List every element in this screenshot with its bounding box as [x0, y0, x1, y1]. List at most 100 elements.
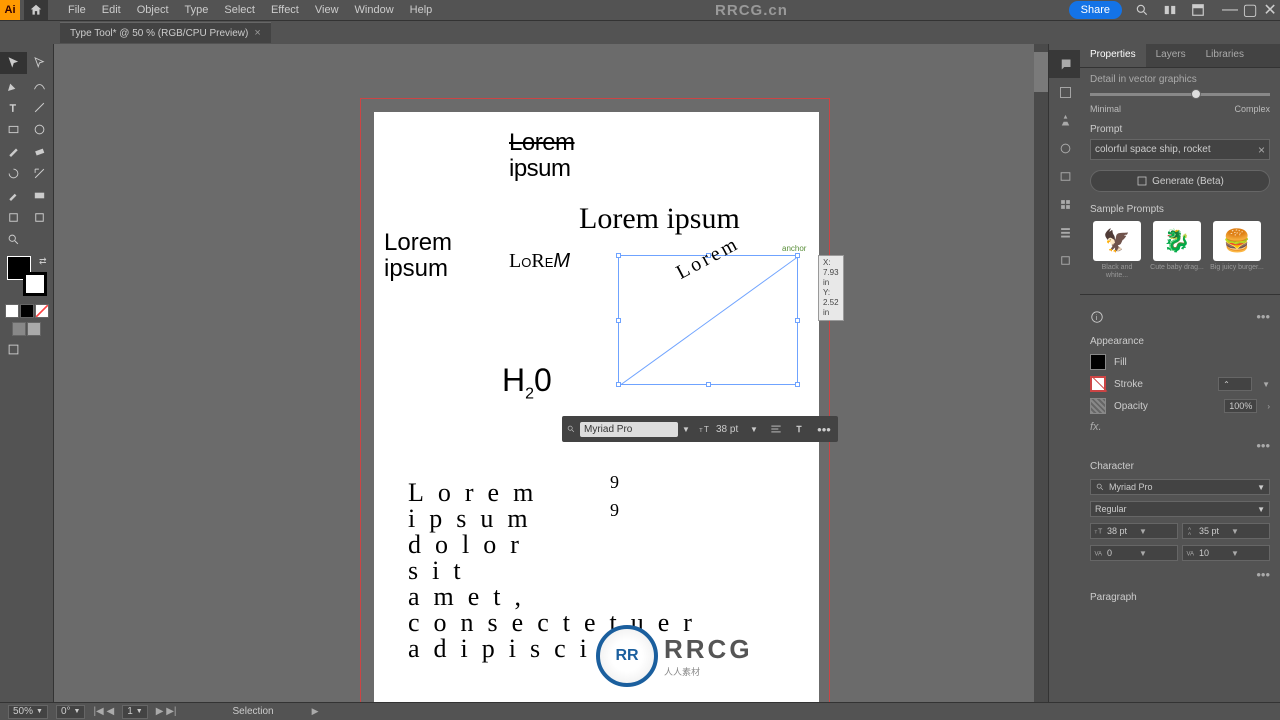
menu-effect[interactable]: Effect — [263, 4, 307, 16]
artboard-nav-input[interactable]: 1▼ — [122, 705, 148, 719]
panel-icon-color[interactable] — [1049, 134, 1081, 162]
char-leading-input[interactable]: AA ▼ — [1182, 523, 1270, 539]
direct-selection-tool[interactable] — [27, 52, 54, 74]
text-t7a[interactable]: 9 — [610, 472, 619, 493]
area-type-button[interactable]: T — [790, 419, 810, 439]
eraser-tool[interactable] — [27, 140, 54, 162]
prompt-input[interactable]: colorful space ship, rocket × — [1090, 139, 1270, 160]
screen-mode-tool[interactable] — [0, 338, 27, 360]
font-family-input[interactable]: Myriad Pro — [580, 422, 678, 437]
zoom-tool[interactable] — [0, 228, 27, 250]
char-size-input[interactable]: TT ▼ — [1090, 523, 1178, 539]
artboard-tool[interactable] — [0, 206, 27, 228]
text-t4[interactable]: LOREM — [509, 250, 570, 273]
detail-slider[interactable] — [1090, 93, 1270, 96]
hand-tool[interactable] — [27, 228, 54, 250]
font-family-dropdown[interactable]: Myriad Pro ▼ — [1090, 479, 1270, 495]
sample-prompt-1[interactable]: 🦅 — [1093, 221, 1141, 261]
menu-object[interactable]: Object — [129, 4, 177, 16]
swap-colors-icon[interactable]: ⇄ — [39, 256, 47, 267]
fill-swatch[interactable] — [1090, 354, 1106, 370]
vertical-scrollbar[interactable] — [1034, 44, 1048, 708]
menu-view[interactable]: View — [307, 4, 347, 16]
workspace-button[interactable] — [1188, 0, 1208, 20]
rectangle-tool[interactable] — [0, 118, 27, 140]
sample-prompt-2[interactable]: 🐉 — [1153, 221, 1201, 261]
tab-layers[interactable]: Layers — [1146, 44, 1196, 67]
font-dropdown-icon[interactable]: ▼ — [682, 425, 694, 434]
stroke-color-swatch[interactable] — [23, 272, 47, 296]
opacity-expand-icon[interactable]: › — [1267, 402, 1270, 411]
menu-edit[interactable]: Edit — [94, 4, 129, 16]
color-picker[interactable]: ⇄ — [7, 256, 47, 296]
spiral-tool[interactable] — [27, 118, 54, 140]
panel-icon-image[interactable] — [1049, 78, 1081, 106]
font-style-dropdown[interactable]: Regular ▼ — [1090, 501, 1270, 517]
stroke-width-input[interactable]: ⌃ — [1218, 377, 1252, 391]
text-t2[interactable]: Lorem ipsum — [579, 202, 740, 236]
fx-button[interactable]: fx. — [1080, 417, 1280, 437]
panel-icon-swatches[interactable] — [1049, 190, 1081, 218]
artboard[interactable]: Lorem ipsum Lorem ipsum Lorem ipsum LORE… — [374, 112, 819, 708]
arrange-button[interactable] — [1160, 0, 1180, 20]
gradient-tool[interactable] — [27, 184, 54, 206]
panel-icon-libraries[interactable] — [1049, 162, 1081, 190]
menu-window[interactable]: Window — [347, 4, 402, 16]
rotate-input[interactable]: 0°▼ — [56, 705, 86, 719]
pen-tool[interactable] — [0, 74, 27, 96]
appearance-more-icon[interactable]: ••• — [1256, 438, 1270, 453]
slice-tool[interactable] — [27, 206, 54, 228]
tab-close-icon[interactable]: × — [254, 27, 260, 39]
opacity-input[interactable]: 100% — [1224, 399, 1257, 413]
maximize-button[interactable]: ▢ — [1240, 0, 1260, 20]
close-button[interactable]: ✕ — [1260, 0, 1280, 20]
drawing-mode-behind[interactable] — [27, 322, 41, 336]
eyedropper-tool[interactable] — [0, 184, 27, 206]
text-t5[interactable]: H20 — [502, 362, 552, 403]
canvas-area[interactable]: Lorem ipsum Lorem ipsum Lorem ipsum LORE… — [54, 44, 1048, 708]
opacity-swatch[interactable] — [1090, 398, 1106, 414]
search-button[interactable] — [1132, 0, 1152, 20]
text-t6[interactable]: Lorem ipsum dolor sit amet, consectetuer… — [408, 480, 608, 662]
generate-button[interactable]: Generate (Beta) — [1090, 170, 1270, 192]
share-button[interactable]: Share — [1069, 1, 1122, 19]
stroke-swatch[interactable] — [1090, 376, 1106, 392]
color-mode-solid[interactable] — [5, 304, 19, 318]
stroke-dropdown-icon[interactable]: ▼ — [1262, 380, 1270, 389]
font-size-dropdown-icon[interactable]: ▼ — [750, 425, 762, 434]
menu-file[interactable]: File — [60, 4, 94, 16]
line-tool[interactable] — [27, 96, 54, 118]
minimize-button[interactable]: — — [1220, 0, 1240, 20]
character-more-icon[interactable]: ••• — [1256, 567, 1270, 582]
type-tool[interactable]: T — [0, 96, 27, 118]
rotate-tool[interactable] — [0, 162, 27, 184]
menu-help[interactable]: Help — [402, 4, 441, 16]
color-mode-gradient[interactable] — [20, 304, 34, 318]
color-mode-none[interactable] — [35, 304, 49, 318]
tab-properties[interactable]: Properties — [1080, 44, 1146, 67]
font-size-input[interactable]: 38 pt — [716, 424, 746, 435]
home-button[interactable] — [24, 0, 48, 20]
panel-icon-comment[interactable] — [1049, 50, 1081, 78]
paragraph-align-button[interactable] — [766, 419, 786, 439]
scale-tool[interactable] — [27, 162, 54, 184]
char-kern-input[interactable]: VA ▼ — [1090, 545, 1178, 561]
menu-select[interactable]: Select — [216, 4, 263, 16]
paintbrush-tool[interactable] — [0, 140, 27, 162]
tab-libraries[interactable]: Libraries — [1196, 44, 1254, 67]
curvature-tool[interactable] — [27, 74, 54, 96]
font-search-icon[interactable] — [566, 424, 576, 434]
selection-bounding-box[interactable] — [618, 255, 798, 385]
document-tab[interactable]: Type Tool* @ 50 % (RGB/CPU Preview) × — [60, 22, 271, 43]
drawing-mode-normal[interactable] — [12, 322, 26, 336]
text-t7b[interactable]: 9 — [610, 500, 619, 521]
panel-icon-brushes[interactable] — [1049, 218, 1081, 246]
zoom-level-input[interactable]: 50%▼ — [8, 705, 48, 719]
info-icon[interactable]: i — [1090, 310, 1104, 324]
sample-prompt-3[interactable]: 🍔 — [1213, 221, 1261, 261]
selection-tool[interactable] — [0, 52, 27, 74]
more-icon[interactable]: ••• — [1256, 309, 1270, 324]
menu-type[interactable]: Type — [177, 4, 217, 16]
text-t3[interactable]: Lorem ipsum — [384, 230, 452, 282]
prompt-clear-icon[interactable]: × — [1258, 143, 1265, 157]
